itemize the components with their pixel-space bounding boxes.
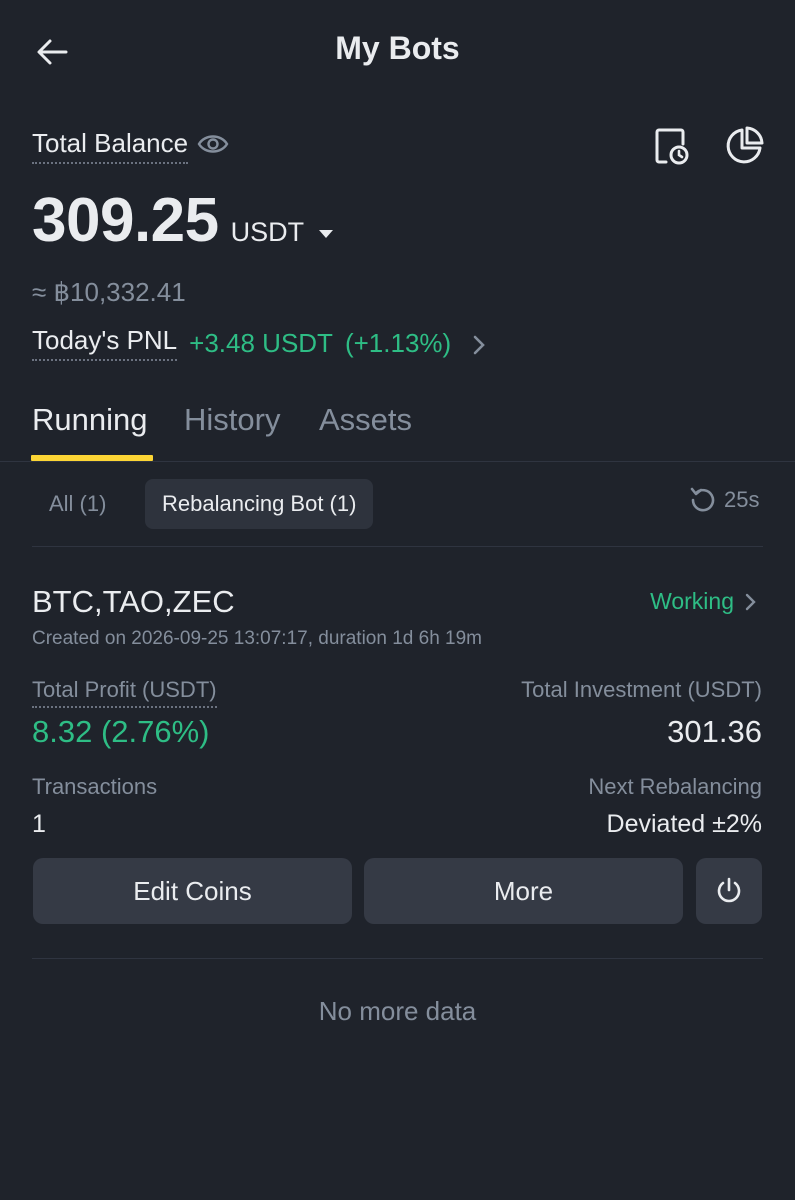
- total-balance-label[interactable]: Total Balance: [32, 128, 189, 164]
- tab-running[interactable]: Running: [32, 402, 147, 438]
- total-balance-row: Total Balance: [32, 128, 230, 164]
- stop-bot-button[interactable]: [696, 858, 762, 924]
- total-investment-value: 301.36: [667, 714, 762, 749]
- balance-approx: ≈ ฿10,332.41: [32, 277, 186, 307]
- card-divider: [32, 958, 763, 959]
- filters-divider: [32, 546, 763, 547]
- total-profit-value: 8.32 (2.76%): [32, 714, 210, 749]
- total-investment-label: Total Investment (USDT): [521, 677, 762, 702]
- edit-coins-button[interactable]: Edit Coins: [33, 858, 352, 924]
- eye-icon[interactable]: [196, 131, 230, 157]
- more-button[interactable]: More: [364, 858, 683, 924]
- chevron-right-icon[interactable]: [469, 332, 489, 358]
- balance-amount-row: 309.25 USDT: [32, 185, 336, 256]
- no-more-data: No more data: [318, 996, 477, 1026]
- filter-rebalancing-bot[interactable]: Rebalancing Bot (1): [145, 479, 374, 529]
- pnl-value: +3.48 USDT: [189, 327, 333, 358]
- chevron-right-icon: [745, 593, 756, 610]
- tab-assets[interactable]: Assets: [319, 402, 412, 438]
- refresh-icon[interactable]: [688, 485, 718, 515]
- tab-history[interactable]: History: [184, 402, 280, 438]
- next-rebalancing-label: Next Rebalancing: [588, 774, 762, 799]
- power-icon: [717, 877, 741, 903]
- pnl-percent: (+1.13%): [344, 327, 452, 358]
- pnl-row[interactable]: Today's PNL +3.48 USDT (+1.13%): [32, 325, 489, 361]
- transactions-label: Transactions: [32, 774, 158, 799]
- caret-down-icon[interactable]: [316, 227, 336, 241]
- transactions-value: 1: [32, 810, 46, 838]
- total-profit-label[interactable]: Total Profit (USDT): [32, 677, 217, 708]
- next-rebalancing-value: Deviated ±2%: [606, 810, 762, 838]
- refresh-control[interactable]: 25s: [688, 485, 759, 515]
- balance-currency[interactable]: USDT: [231, 217, 305, 248]
- page-title: My Bots: [335, 30, 460, 66]
- pie-chart-icon[interactable]: [722, 124, 766, 168]
- history-report-icon[interactable]: [650, 124, 694, 168]
- balance-amount: 309.25: [32, 186, 219, 255]
- pnl-label[interactable]: Today's PNL: [32, 325, 178, 361]
- bot-created: Created on 2026-09-25 13:07:17, duration…: [32, 628, 482, 649]
- refresh-countdown: 25s: [724, 487, 760, 512]
- tabs-divider: [0, 461, 795, 462]
- bot-status[interactable]: Working: [600, 588, 760, 615]
- bot-status-label: Working: [650, 588, 734, 614]
- bot-name[interactable]: BTC,TAO,ZEC: [32, 584, 235, 620]
- filter-all[interactable]: All (1): [32, 479, 123, 529]
